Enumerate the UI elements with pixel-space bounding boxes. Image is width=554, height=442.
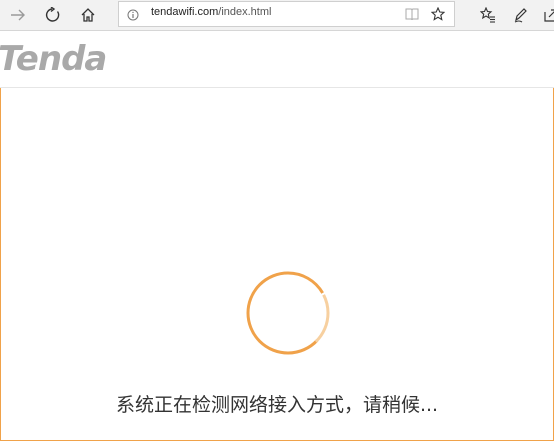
status-message: 系统正在检测网络接入方式，请稍候... — [115, 394, 439, 416]
favorites-list-icon — [480, 7, 495, 23]
book-icon[interactable] — [405, 8, 419, 21]
browser-toolbar: tendawifi.com/index.html — [0, 0, 554, 31]
forward-button[interactable] — [6, 3, 30, 27]
home-button[interactable] — [76, 3, 100, 27]
pen-icon — [514, 8, 527, 23]
tenda-logo: Tenda — [0, 39, 107, 79]
refresh-icon — [45, 7, 60, 22]
url-host: tendawifi.com — [151, 6, 219, 18]
url-path: /index.html — [218, 6, 272, 18]
loading-spinner-icon — [246, 271, 330, 355]
favorites-hub-button[interactable] — [476, 3, 500, 27]
address-bar[interactable]: tendawifi.com/index.html — [118, 1, 455, 27]
info-icon — [127, 9, 139, 21]
share-icon — [544, 9, 554, 22]
share-button[interactable] — [538, 3, 554, 27]
star-icon[interactable] — [431, 7, 445, 21]
url-text: tendawifi.com/index.html — [151, 6, 271, 18]
notes-button[interactable] — [509, 3, 533, 27]
home-icon — [81, 8, 95, 22]
refresh-button[interactable] — [41, 3, 65, 27]
arrow-right-icon — [11, 9, 25, 21]
